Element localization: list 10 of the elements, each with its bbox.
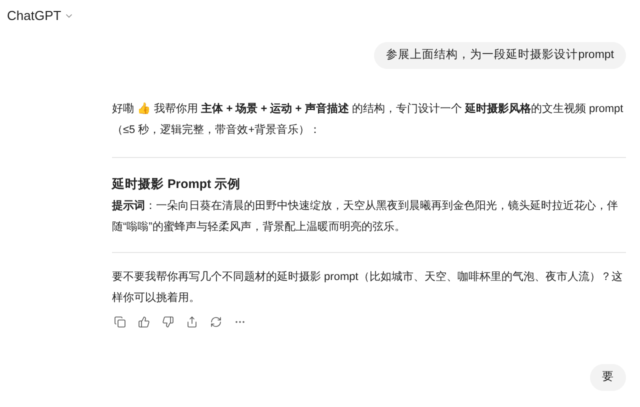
followup-text: 要不要我帮你再写几个不同题材的延时摄影 prompt（比如城市、天空、咖啡杯里的气泡、夜市人流）？这样你可以挑着用。 bbox=[112, 270, 624, 306]
copy-icon[interactable] bbox=[112, 314, 128, 330]
user-message: 参展上面结构，为一段延时摄影设计prompt bbox=[374, 42, 626, 69]
user-message: 要 bbox=[590, 364, 626, 391]
intro-text: 好嘞 👍 我帮你用 主体 + 场景 + 运动 + 声音描述 的结构，专门设计一个 延时摄影风格的文生视频 prompt（≤5 秒，逻辑完整，带音效+背景音乐）： bbox=[112, 102, 624, 138]
prompt-text: 提示词：一朵向日葵在清晨的田野中快速绽放，天空从黑夜到晨曦再到金色阳光，镜头延时拉近花心，伴随“嗡嗡”的蜜蜂声与轻柔风声，背景配上温暖而明亮的弦乐。 bbox=[112, 198, 619, 235]
section-title: 延时摄影 Prompt 示例 bbox=[112, 176, 242, 193]
thumbs-down-icon[interactable] bbox=[160, 314, 176, 330]
thumbs-up-icon[interactable] bbox=[136, 314, 152, 330]
app-title[interactable]: ChatGPT bbox=[7, 6, 62, 26]
